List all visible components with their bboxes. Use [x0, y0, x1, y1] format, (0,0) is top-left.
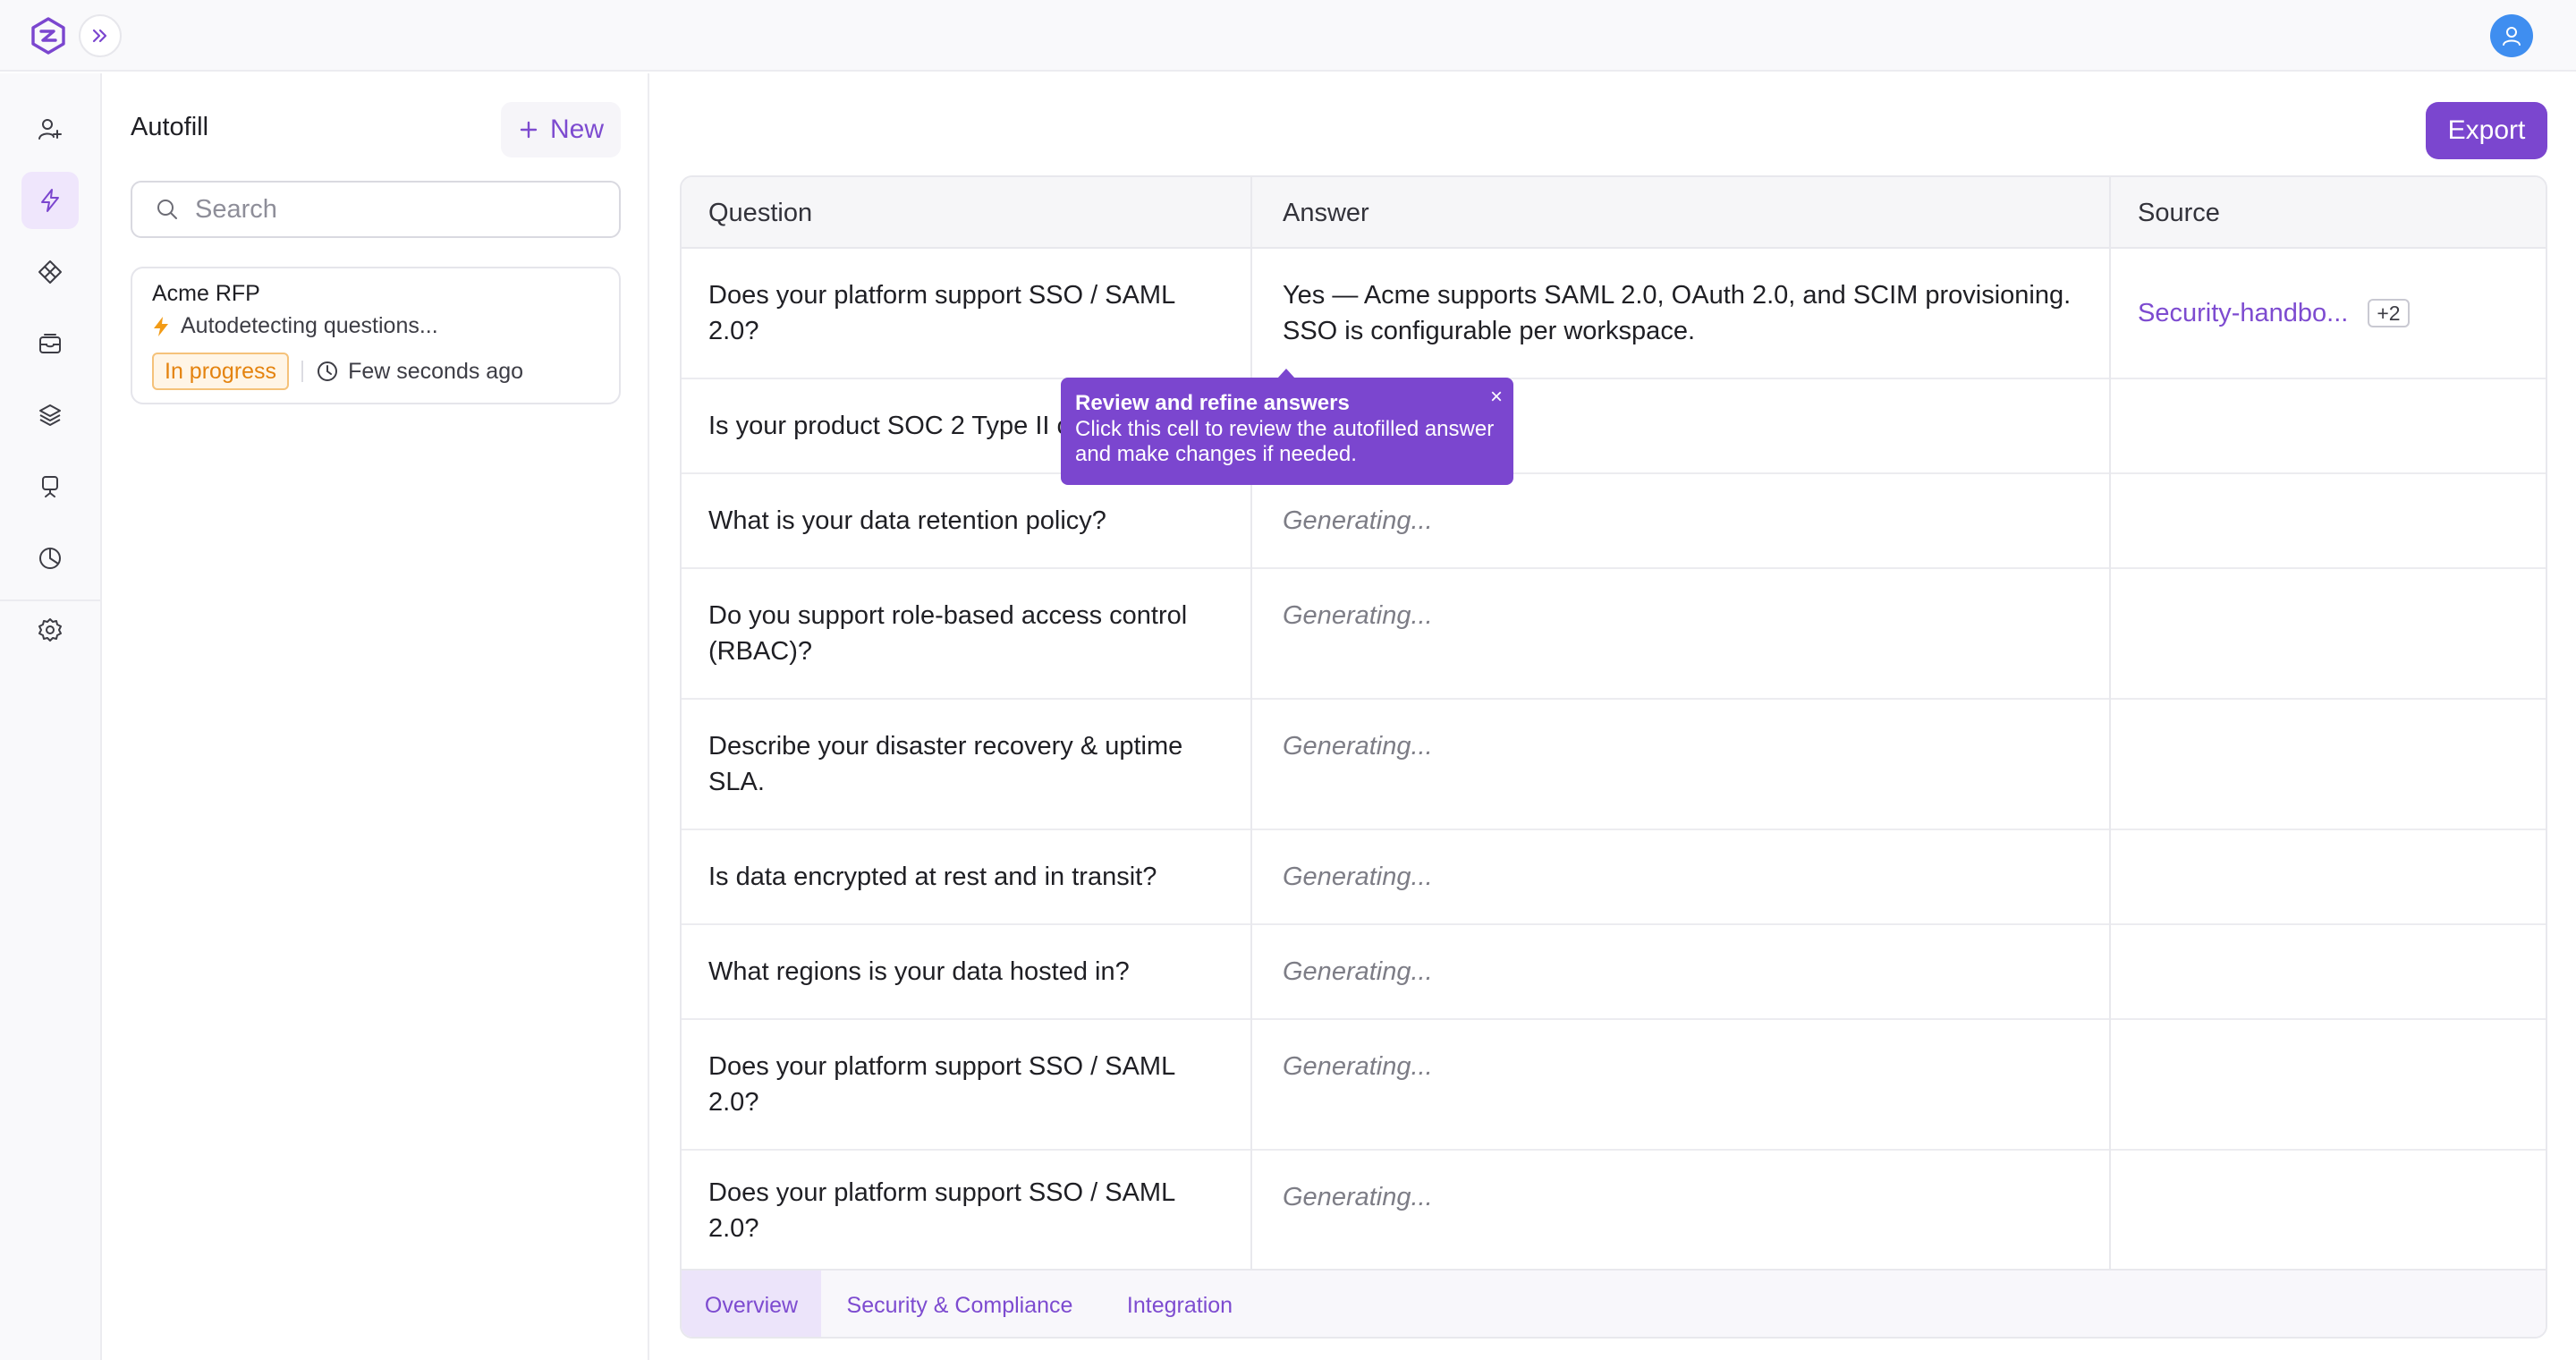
clock-icon: [318, 361, 338, 381]
nav-item-analytics[interactable]: [21, 530, 79, 587]
questions-table: Question Answer Source Does your platfor…: [680, 175, 2547, 1339]
table-row[interactable]: Is your product SOC 2 Type II c: [682, 379, 2546, 474]
tooltip-title: Review and refine answers: [1075, 391, 1350, 415]
question-cell: Describe your disaster recovery & uptime…: [708, 732, 1183, 796]
new-button-label: New: [549, 115, 604, 144]
nav-item-integrations[interactable]: [21, 243, 79, 301]
answer-cell[interactable]: Generating...: [1283, 925, 2097, 1018]
answer-cell[interactable]: Generating...: [1283, 569, 2097, 698]
search-input[interactable]: [195, 194, 589, 225]
table-row[interactable]: What is your data retention policy? Gene…: [682, 474, 2546, 569]
column-divider: [1250, 177, 1252, 1269]
table-row[interactable]: Does your platform support SSO / SAML 2.…: [682, 249, 2546, 379]
search-box[interactable]: [131, 181, 621, 238]
answer-cell[interactable]: Generating...: [1283, 1020, 2097, 1149]
nav-item-library[interactable]: [21, 387, 79, 444]
status-badge: In progress: [152, 353, 290, 390]
question-cell: Is data encrypted at rest and in transit…: [708, 863, 1157, 891]
column-header-question: Question: [708, 198, 813, 227]
expand-sidebar-button[interactable]: [79, 14, 122, 57]
nav-rail: [0, 73, 102, 1360]
answer-cell[interactable]: Yes — Acme supports SAML 2.0, OAuth 2.0,…: [1283, 249, 2097, 378]
nav-item-inbox[interactable]: [21, 315, 79, 372]
rfp-card[interactable]: Acme RFP Autodetecting questions... In p…: [131, 267, 621, 404]
more-sources-chip[interactable]: +2: [2368, 299, 2410, 327]
close-icon[interactable]: ×: [1490, 385, 1503, 410]
rfp-subtitle-row: Autodetecting questions...: [152, 313, 438, 339]
table-row[interactable]: Do you support role-based access control…: [682, 569, 2546, 700]
nav-item-contacts[interactable]: [21, 100, 79, 157]
column-header-source: Source: [2138, 198, 2220, 227]
bolt-icon: [154, 316, 168, 336]
onboarding-tooltip: Review and refine answers Click this cel…: [1061, 378, 1513, 485]
question-cell: Do you support role-based access control…: [708, 601, 1188, 666]
question-cell: Does your platform support SSO / SAML 2.…: [708, 1178, 1175, 1243]
top-bar: [0, 0, 2576, 72]
nav-item-settings[interactable]: [21, 601, 79, 659]
answer-cell[interactable]: Generating...: [1283, 1151, 2097, 1271]
meta-divider: [301, 361, 304, 382]
autofill-panel: Autofill New Acme RFP Autodetecting ques…: [102, 73, 649, 1360]
table-row[interactable]: Does your platform support SSO / SAML 2.…: [682, 1151, 2546, 1271]
presentation-icon: [42, 476, 58, 497]
layers-icon: [39, 404, 61, 426]
rfp-subtitle: Autodetecting questions...: [181, 313, 438, 338]
question-cell: Does your platform support SSO / SAML 2.…: [708, 281, 1175, 345]
tab-security-compliance[interactable]: Security & Compliance: [821, 1271, 1098, 1337]
question-cell: Does your platform support SSO / SAML 2.…: [708, 1052, 1175, 1117]
avatar[interactable]: [2490, 14, 2533, 57]
inbox-icon: [39, 334, 61, 353]
panel-title: Autofill: [131, 113, 209, 141]
source-cell: Security-handbo... +2: [2138, 249, 2531, 378]
rfp-meta: In progress Few seconds ago: [152, 353, 523, 390]
logo-icon[interactable]: [29, 16, 68, 55]
new-button[interactable]: New: [501, 102, 621, 157]
gear-icon: [38, 618, 62, 642]
tooltip-body: Click this cell to review the autofilled…: [1075, 417, 1495, 466]
answer-cell[interactable]: Generating...: [1283, 830, 2097, 923]
export-button[interactable]: Export: [2426, 102, 2547, 159]
table-row[interactable]: Describe your disaster recovery & uptime…: [682, 700, 2546, 830]
question-cell: What is your data retention policy?: [708, 506, 1106, 535]
table-row[interactable]: Does your platform support SSO / SAML 2.…: [682, 1020, 2546, 1151]
timestamp: Few seconds ago: [316, 359, 523, 385]
chevrons-right-icon: [92, 29, 107, 43]
timestamp-label: Few seconds ago: [348, 358, 524, 384]
answer-cell[interactable]: Generating...: [1283, 474, 2097, 567]
user-plus-icon: [38, 119, 62, 140]
pie-chart-icon: [39, 548, 61, 569]
tab-overview[interactable]: Overview: [682, 1271, 821, 1337]
zap-icon: [41, 189, 59, 212]
search-icon: [157, 200, 177, 219]
column-divider: [2109, 177, 2111, 1269]
nav-item-autofill[interactable]: [21, 172, 79, 229]
user-icon: [2503, 27, 2521, 46]
table-row[interactable]: What regions is your data hosted in? Gen…: [682, 925, 2546, 1020]
source-link[interactable]: Security-handbo...: [2138, 295, 2348, 331]
tab-integration[interactable]: Integration: [1098, 1271, 1261, 1337]
table-row[interactable]: Is data encrypted at rest and in transit…: [682, 830, 2546, 925]
sheet-tabs: Overview Security & Compliance Integrati…: [682, 1269, 2546, 1337]
nav-item-presentations[interactable]: [21, 458, 79, 515]
rfp-title: Acme RFP: [152, 281, 260, 306]
answer-cell[interactable]: Generating...: [1283, 700, 2097, 829]
table-header: Question Answer Source: [682, 177, 2546, 249]
plus-icon: [520, 121, 538, 139]
grid-diamond-icon: [38, 260, 62, 284]
column-header-answer: Answer: [1283, 198, 1369, 227]
question-cell: What regions is your data hosted in?: [708, 957, 1130, 986]
